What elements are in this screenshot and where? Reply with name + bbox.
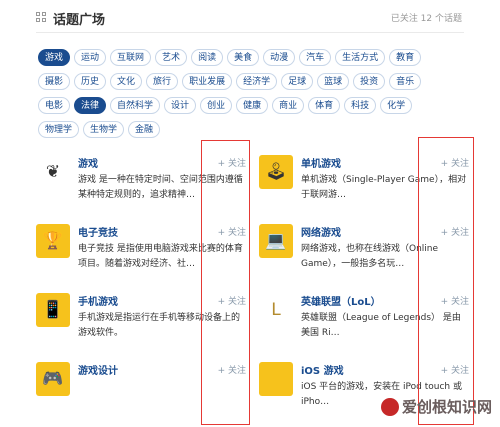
page-title: 话题广场 bbox=[53, 13, 106, 28]
tag[interactable]: 金融 bbox=[128, 121, 161, 138]
tag-row: 电影 法律 自然科学 设计 创业 健康 商业 体育 科技 化学 bbox=[38, 93, 468, 115]
tag[interactable]: 汽车 bbox=[299, 49, 332, 66]
annotation-box-right bbox=[418, 137, 474, 425]
tag[interactable]: 法律 bbox=[74, 97, 107, 114]
tag[interactable]: 体育 bbox=[308, 97, 341, 114]
watermark-logo-icon bbox=[380, 397, 399, 416]
topic-square-header: 话题广场 已关注 12 个话题 bbox=[36, 8, 464, 30]
tag[interactable]: 教育 bbox=[389, 49, 422, 66]
topic-name[interactable]: 电子竞技 bbox=[78, 224, 118, 239]
tag[interactable]: 科技 bbox=[344, 97, 377, 114]
tag[interactable]: 化学 bbox=[380, 97, 413, 114]
tag[interactable]: 篮球 bbox=[317, 73, 350, 90]
tag[interactable]: 设计 bbox=[164, 97, 197, 114]
tag-row: 游戏 运动 互联网 艺术 阅读 美食 动漫 汽车 生活方式 教育 bbox=[38, 45, 468, 67]
tag[interactable]: 美食 bbox=[227, 49, 260, 66]
tag[interactable]: 投资 bbox=[353, 73, 386, 90]
tag-list: 游戏 运动 互联网 艺术 阅读 美食 动漫 汽车 生活方式 教育 摄影 历史 文化 旅行 职业发展 经济学 足球… bbox=[38, 45, 468, 141]
followed-count: 已关注 12 个话题 bbox=[390, 14, 462, 24]
topic-name[interactable]: 游戏 bbox=[78, 155, 98, 170]
tree-icon: ❦ bbox=[36, 155, 70, 189]
phone-icon: 📱 bbox=[36, 293, 70, 327]
grid-icon bbox=[36, 12, 47, 23]
tag[interactable]: 艺术 bbox=[155, 49, 188, 66]
tag[interactable]: 商业 bbox=[272, 97, 305, 114]
lol-logo-icon: L bbox=[259, 293, 293, 327]
tag[interactable]: 自然科学 bbox=[110, 97, 161, 114]
tag[interactable]: 旅行 bbox=[146, 73, 179, 90]
tag[interactable]: 历史 bbox=[74, 73, 107, 90]
tag[interactable]: 生物学 bbox=[83, 121, 125, 138]
tag[interactable]: 创业 bbox=[200, 97, 233, 114]
tag[interactable]: 经济学 bbox=[236, 73, 278, 90]
topic-name[interactable]: 网络游戏 bbox=[301, 224, 341, 239]
trophy-icon: 🏆 bbox=[36, 224, 70, 258]
tag[interactable]: 职业发展 bbox=[182, 73, 233, 90]
topic-name[interactable]: 游戏设计 bbox=[78, 362, 118, 377]
tag[interactable]: 物理学 bbox=[38, 121, 80, 138]
gamepad-icon: 🎮 bbox=[36, 362, 70, 396]
tag[interactable]: 阅读 bbox=[191, 49, 224, 66]
annotation-box-left bbox=[201, 140, 250, 425]
tag[interactable]: 健康 bbox=[236, 97, 269, 114]
joystick-icon: 🕹 bbox=[259, 155, 293, 189]
tag[interactable]: 文化 bbox=[110, 73, 143, 90]
topic-name[interactable]: iOS 游戏 bbox=[301, 362, 344, 377]
tag[interactable]: 互联网 bbox=[110, 49, 152, 66]
tag-row: 物理学 生物学 金融 bbox=[38, 117, 468, 139]
tag[interactable]: 生活方式 bbox=[335, 49, 386, 66]
tag[interactable]: 足球 bbox=[281, 73, 314, 90]
tag[interactable]: 运动 bbox=[74, 49, 107, 66]
topic-name[interactable]: 手机游戏 bbox=[78, 293, 118, 308]
tag[interactable]: 摄影 bbox=[38, 73, 71, 90]
laptop-icon: 💻 bbox=[259, 224, 293, 258]
tag[interactable]: 电影 bbox=[38, 97, 71, 114]
tag[interactable]: 音乐 bbox=[389, 73, 422, 90]
tag[interactable]: 动漫 bbox=[263, 49, 296, 66]
apple-icon bbox=[259, 362, 293, 396]
tag[interactable]: 游戏 bbox=[38, 49, 71, 66]
divider bbox=[36, 32, 464, 33]
tag-row: 摄影 历史 文化 旅行 职业发展 经济学 足球 篮球 投资 音乐 bbox=[38, 69, 468, 91]
watermark: 爱创根知识网 bbox=[380, 396, 492, 417]
topic-name[interactable]: 单机游戏 bbox=[301, 155, 341, 170]
topic-name[interactable]: 英雄联盟（LoL） bbox=[301, 293, 381, 308]
